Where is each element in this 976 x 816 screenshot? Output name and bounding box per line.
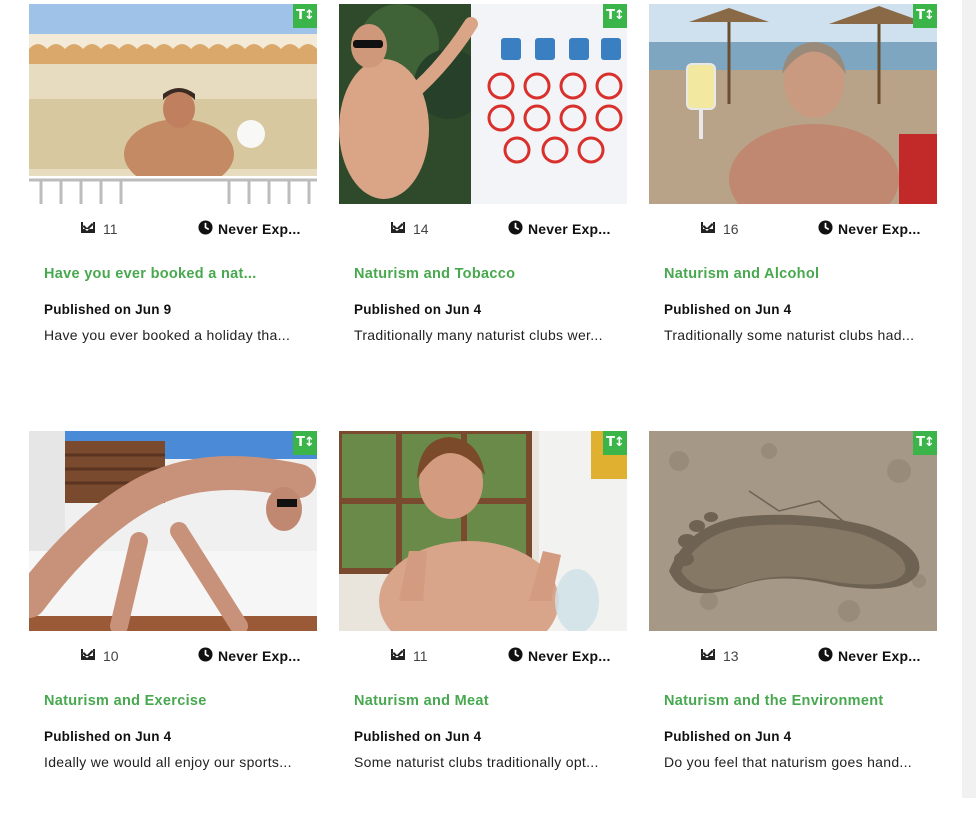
post-meta: 16 Never Exp... — [649, 218, 937, 238]
post-excerpt: Ideally we would all enjoy our sports... — [44, 754, 292, 770]
post-thumbnail[interactable]: T↕ — [29, 4, 317, 204]
post-title-link[interactable]: Naturism and Exercise — [44, 693, 207, 709]
post-title-link[interactable]: Naturism and Alcohol — [664, 266, 819, 282]
post-card[interactable]: T↕ 14 Never Exp... Naturism and Tobacco … — [339, 4, 627, 389]
published-date: Published on Jun 4 — [354, 302, 482, 317]
post-meta: 10 Never Exp... — [29, 645, 317, 665]
inbox-check-icon — [79, 647, 97, 665]
post-thumbnail[interactable]: T↕ — [29, 431, 317, 631]
post-card[interactable]: T↕ 11 Never Exp... Have you ever booked … — [29, 4, 317, 389]
clock-icon — [508, 647, 523, 665]
submission-count: 11 — [389, 647, 428, 665]
clock-icon — [818, 647, 833, 665]
expiry-status: Never Exp... — [508, 647, 611, 665]
post-title-link[interactable]: Naturism and Tobacco — [354, 266, 515, 282]
post-thumbnail[interactable]: T↕ — [649, 431, 937, 631]
inbox-check-icon — [699, 220, 717, 238]
post-title-link[interactable]: Naturism and Meat — [354, 693, 489, 709]
inbox-check-icon — [389, 647, 407, 665]
published-date: Published on Jun 4 — [354, 729, 482, 744]
sort-badge-icon: T↕ — [293, 431, 317, 455]
sort-badge-icon: T↕ — [913, 4, 937, 28]
post-card[interactable]: T↕ 16 Never Exp... Naturism and Alcohol … — [649, 4, 937, 389]
post-excerpt: Traditionally many naturist clubs wer... — [354, 327, 603, 343]
post-excerpt: Traditionally some naturist clubs had... — [664, 327, 915, 343]
post-meta: 13 Never Exp... — [649, 645, 937, 665]
post-thumbnail[interactable]: T↕ — [339, 431, 627, 631]
post-excerpt: Have you ever booked a holiday tha... — [44, 327, 291, 343]
published-date: Published on Jun 4 — [664, 729, 792, 744]
published-date: Published on Jun 4 — [44, 729, 172, 744]
post-excerpt: Do you feel that naturism goes hand... — [664, 754, 912, 770]
post-thumbnail[interactable]: T↕ — [339, 4, 627, 204]
clock-icon — [508, 220, 523, 238]
post-meta: 11 Never Exp... — [29, 218, 317, 238]
expiry-status: Never Exp... — [818, 220, 921, 238]
post-title-link[interactable]: Have you ever booked a nat... — [44, 266, 257, 282]
published-date: Published on Jun 4 — [664, 302, 792, 317]
post-card[interactable]: T↕ 13 Never Exp... Naturism and the Envi… — [649, 431, 937, 816]
post-card[interactable]: T↕ 10 Never Exp... Naturism and Exercise… — [29, 431, 317, 816]
submission-count: 10 — [79, 647, 119, 665]
sort-badge-icon: T↕ — [603, 431, 627, 455]
expiry-status: Never Exp... — [818, 647, 921, 665]
published-date: Published on Jun 9 — [44, 302, 172, 317]
submission-count: 11 — [79, 220, 118, 238]
submission-count: 14 — [389, 220, 429, 238]
expiry-status: Never Exp... — [198, 647, 301, 665]
inbox-check-icon — [699, 647, 717, 665]
expiry-status: Never Exp... — [198, 220, 301, 238]
clock-icon — [818, 220, 833, 238]
post-meta: 11 Never Exp... — [339, 645, 627, 665]
sort-badge-icon: T↕ — [913, 431, 937, 455]
scrollbar[interactable] — [962, 0, 976, 798]
clock-icon — [198, 647, 213, 665]
submission-count: 13 — [699, 647, 739, 665]
sort-badge-icon: T↕ — [293, 4, 317, 28]
inbox-check-icon — [389, 220, 407, 238]
clock-icon — [198, 220, 213, 238]
post-thumbnail[interactable]: T↕ — [649, 4, 937, 204]
post-card[interactable]: T↕ 11 Never Exp... Naturism and Meat Pub… — [339, 431, 627, 816]
submission-count: 16 — [699, 220, 739, 238]
sort-badge-icon: T↕ — [603, 4, 627, 28]
post-meta: 14 Never Exp... — [339, 218, 627, 238]
expiry-status: Never Exp... — [508, 220, 611, 238]
inbox-check-icon — [79, 220, 97, 238]
post-title-link[interactable]: Naturism and the Environment — [664, 693, 884, 709]
post-excerpt: Some naturist clubs traditionally opt... — [354, 754, 599, 770]
